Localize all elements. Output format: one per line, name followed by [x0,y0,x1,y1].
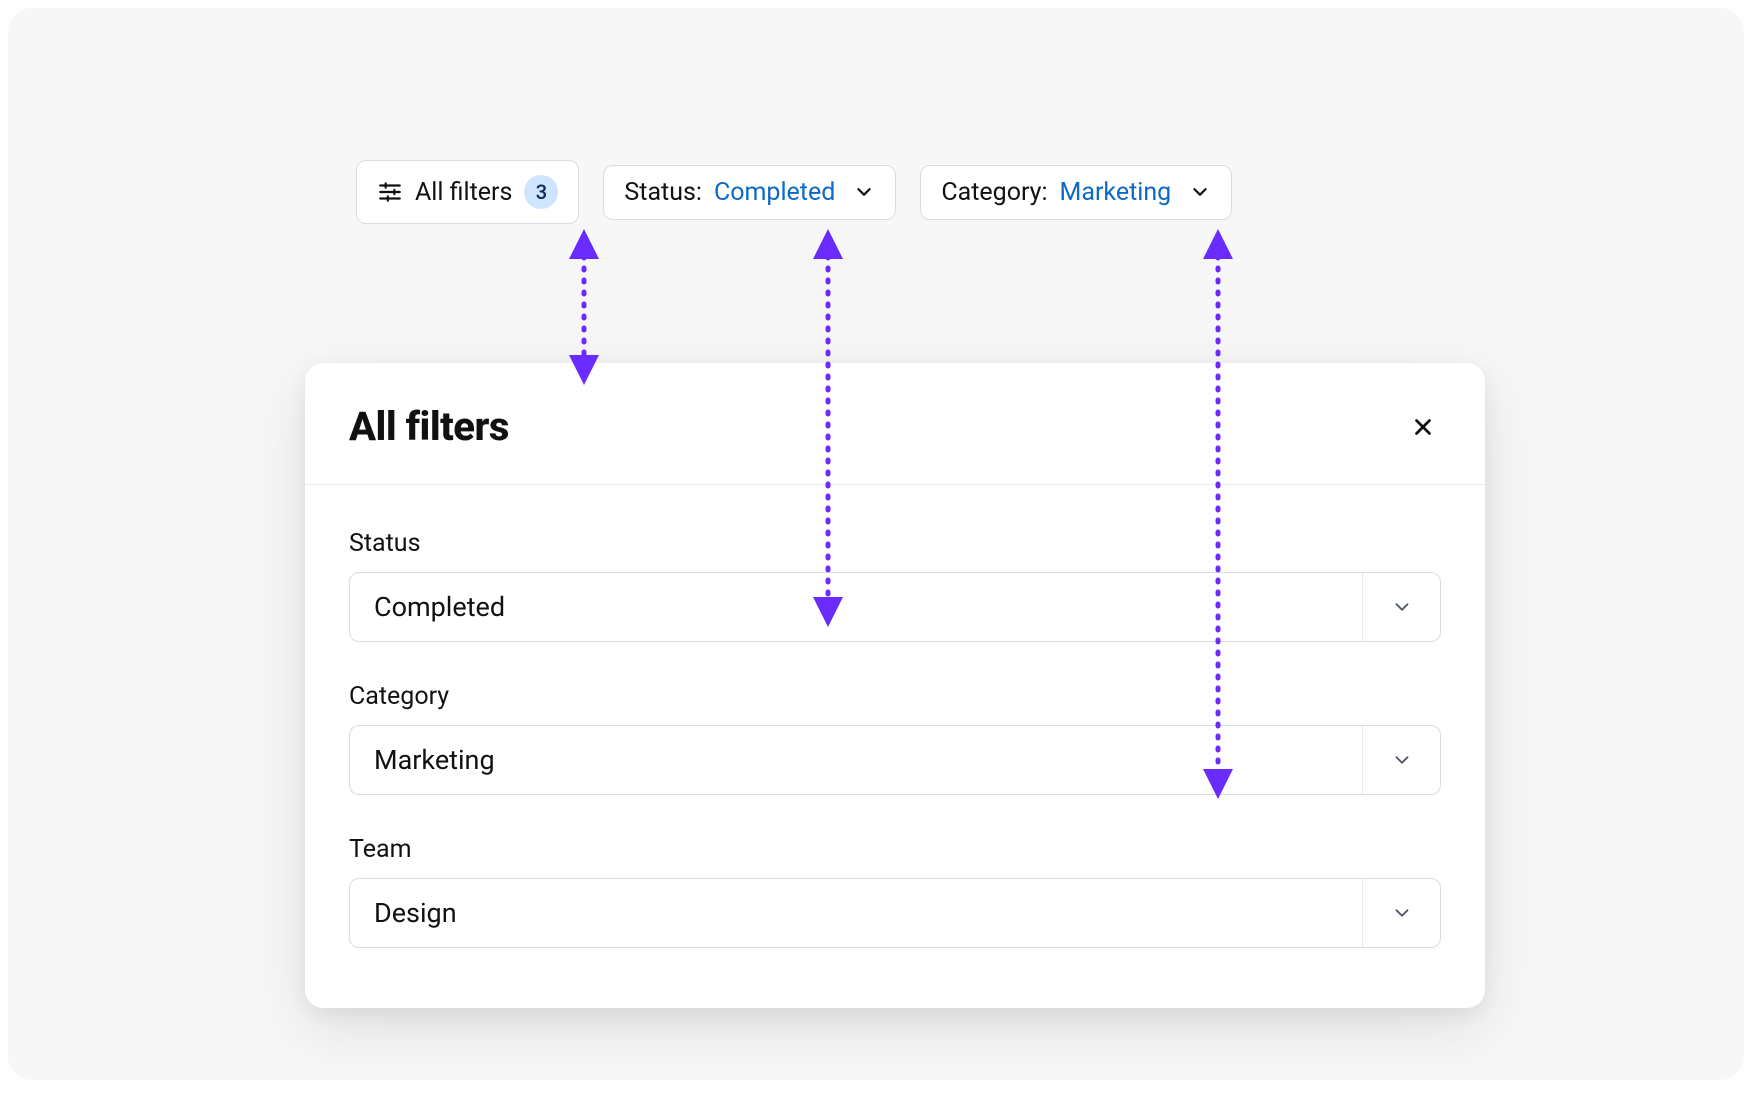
chevron-down-icon [1189,181,1211,203]
team-select-value: Design [374,897,457,929]
chevron-down-icon [853,181,875,203]
team-field: Team Design [349,835,1441,948]
chevron-down-icon [1362,573,1440,641]
status-field-label: Status [349,529,1441,558]
panel-body: Status Completed Category Marketing [305,485,1485,1008]
status-field: Status Completed [349,529,1441,642]
status-select[interactable]: Completed [349,572,1441,642]
status-chip[interactable]: Status: Completed [603,165,896,220]
all-filters-chip[interactable]: All filters 3 [356,160,579,224]
chevron-down-icon [1362,879,1440,947]
panel-header: All filters [305,363,1485,485]
category-select-value: Marketing [374,744,495,776]
all-filters-count-badge: 3 [524,175,558,209]
all-filters-label: All filters [415,180,512,205]
close-button[interactable] [1405,409,1441,445]
status-select-value: Completed [374,591,505,623]
status-chip-label: Status: [624,180,702,205]
panel-title: All filters [349,403,509,450]
team-select[interactable]: Design [349,878,1441,948]
category-chip-value: Marketing [1060,180,1172,205]
status-chip-value: Completed [714,180,835,205]
all-filters-panel: All filters Status Completed Category [305,363,1485,1008]
category-chip[interactable]: Category: Marketing [920,165,1232,220]
category-select[interactable]: Marketing [349,725,1441,795]
team-field-label: Team [349,835,1441,864]
filter-chips-row: All filters 3 Status: Completed Category… [356,160,1232,224]
category-field-label: Category [349,682,1441,711]
category-field: Category Marketing [349,682,1441,795]
sliders-icon [377,179,403,205]
canvas: All filters 3 Status: Completed Category… [8,8,1744,1080]
chevron-down-icon [1362,726,1440,794]
category-chip-label: Category: [941,180,1047,205]
